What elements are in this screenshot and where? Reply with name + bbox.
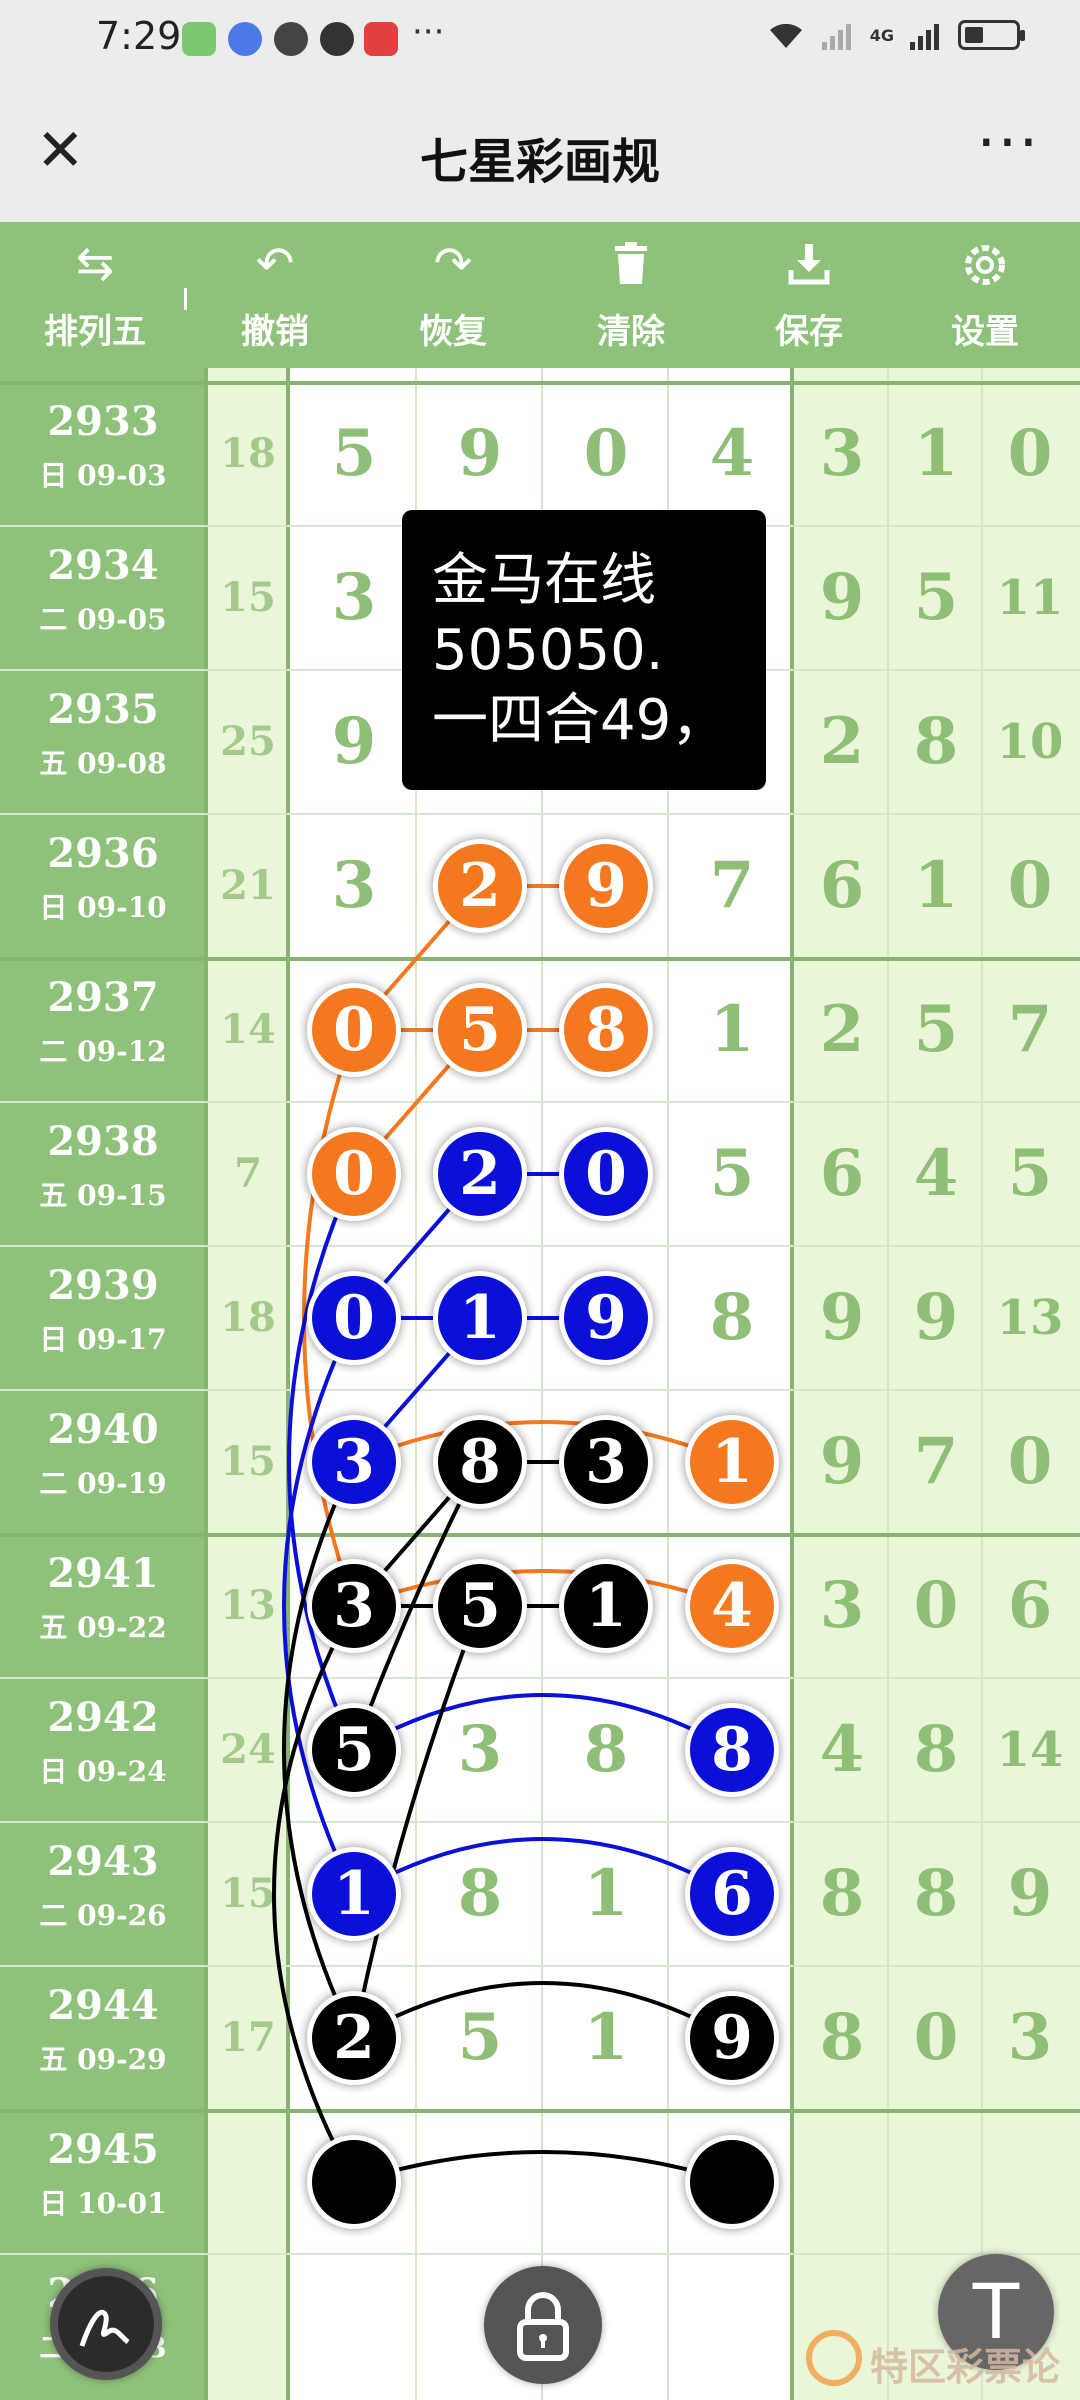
signal-icon-2 bbox=[910, 24, 939, 50]
wifi-icon bbox=[769, 23, 802, 48]
drawn-ball[interactable]: 2 bbox=[433, 839, 527, 933]
popup-line: 一四合49， bbox=[432, 688, 728, 753]
connector-arc bbox=[352, 1693, 734, 1752]
page-title: 七星彩画规 bbox=[419, 134, 660, 190]
drawn-ball[interactable]: 0 bbox=[559, 1127, 653, 1221]
toolbar-label: 撤销 bbox=[241, 312, 309, 352]
watermark-logo-icon bbox=[806, 2330, 862, 2386]
status-more: ··· bbox=[412, 12, 445, 52]
battery-icon bbox=[958, 20, 1025, 50]
download-icon bbox=[734, 238, 884, 295]
drawn-ball[interactable]: 0 bbox=[307, 983, 401, 1077]
connector-arc bbox=[352, 1981, 734, 2040]
undo-icon: ↶ bbox=[255, 236, 295, 290]
drawn-ball[interactable]: 5 bbox=[307, 1703, 401, 1797]
drawn-ball[interactable]: 9 bbox=[559, 1271, 653, 1365]
drawn-ball[interactable]: 3 bbox=[307, 1559, 401, 1653]
connector-arc bbox=[353, 1420, 733, 1464]
more-menu-button[interactable]: ··· bbox=[977, 108, 1040, 178]
redo-button[interactable]: ↷ 恢复 bbox=[378, 222, 528, 368]
gear-icon bbox=[910, 238, 1060, 299]
status-right: 4G bbox=[766, 18, 1025, 52]
toolbar-switch-button[interactable]: ⇆ 排列五 bbox=[20, 222, 170, 368]
hand-icon bbox=[274, 22, 308, 56]
overlay-popup: 金马在线 505050. 一四合49， bbox=[402, 510, 766, 790]
connector-arc bbox=[352, 1605, 482, 2039]
watermark-text: 特区彩票论坛 bbox=[870, 2345, 1061, 2389]
drawn-ball[interactable]: 0 bbox=[307, 1127, 401, 1221]
drawn-ball[interactable]: 6 bbox=[685, 1847, 779, 1941]
drawn-ball[interactable]: 5 bbox=[433, 1559, 527, 1653]
lock-button[interactable] bbox=[484, 2266, 602, 2384]
toolbar-label: 保存 bbox=[775, 312, 843, 352]
drawn-ball[interactable]: 1 bbox=[559, 1559, 653, 1653]
drawn-ball[interactable]: 0 bbox=[307, 1271, 401, 1365]
toolbar-label: 清除 bbox=[597, 312, 665, 352]
drawn-ball[interactable]: 9 bbox=[559, 839, 653, 933]
redo-icon: ↷ bbox=[433, 236, 473, 290]
network-type: 4G bbox=[869, 25, 894, 45]
signal-icon bbox=[821, 24, 851, 50]
swap-icon: ⇆ bbox=[75, 236, 115, 290]
drawn-ball[interactable]: 5 bbox=[433, 983, 527, 1077]
drawn-ball[interactable]: 1 bbox=[307, 1847, 401, 1941]
drawn-ball[interactable]: 2 bbox=[307, 1991, 401, 2085]
toolbar-label: 恢复 bbox=[419, 312, 487, 352]
drawn-ball[interactable]: 4 bbox=[685, 1559, 779, 1653]
drawn-ball[interactable]: 8 bbox=[433, 1415, 527, 1509]
undo-button[interactable]: ↶ 撤销 bbox=[200, 222, 350, 368]
drawn-ball[interactable]: 2 bbox=[433, 1127, 527, 1221]
app-icon bbox=[182, 22, 216, 56]
popup-line: 金马在线 bbox=[432, 548, 656, 613]
toolbar-divider bbox=[184, 288, 187, 310]
pen-button[interactable] bbox=[50, 2268, 162, 2380]
status-time: 7:29 bbox=[96, 14, 182, 58]
toolbar-label: 排列五 bbox=[44, 312, 146, 352]
connector-arc bbox=[353, 1569, 733, 1608]
connector-arc bbox=[352, 1837, 734, 1896]
drawn-ball[interactable]: 8 bbox=[685, 1703, 779, 1797]
pen-icon bbox=[79, 2309, 130, 2347]
save-button[interactable]: 保存 bbox=[734, 222, 884, 368]
music-icon bbox=[228, 22, 262, 56]
status-bar: 7:29 ··· 4G bbox=[0, 0, 1080, 78]
chat-icon bbox=[320, 22, 354, 56]
watermark: 特区彩票论坛 bbox=[806, 2330, 1076, 2390]
connector-arc bbox=[353, 2150, 733, 2184]
drawn-ball[interactable]: 1 bbox=[433, 1271, 527, 1365]
drawn-ball[interactable]: 1 bbox=[685, 1415, 779, 1509]
clear-button[interactable]: 清除 bbox=[556, 222, 706, 368]
title-bar: ✕ 七星彩画规 ··· bbox=[0, 78, 1080, 222]
drawn-ball[interactable] bbox=[685, 2135, 779, 2229]
lock-icon bbox=[517, 2292, 569, 2361]
drawn-ball[interactable]: 3 bbox=[559, 1415, 653, 1509]
popup-line: 505050. bbox=[432, 618, 664, 683]
drawn-ball[interactable]: 9 bbox=[685, 1991, 779, 2085]
news-icon bbox=[364, 22, 398, 56]
drawn-ball[interactable]: 3 bbox=[307, 1415, 401, 1509]
toolbar-label: 设置 bbox=[951, 312, 1019, 352]
settings-button[interactable]: 设置 bbox=[910, 222, 1060, 368]
toolbar: ⇆ 排列五 ↶ 撤销 ↷ 恢复 清除 保存 设置 bbox=[0, 222, 1080, 368]
trash-icon bbox=[556, 238, 706, 295]
drawn-ball[interactable]: 8 bbox=[559, 983, 653, 1077]
drawn-ball[interactable] bbox=[307, 2135, 401, 2229]
